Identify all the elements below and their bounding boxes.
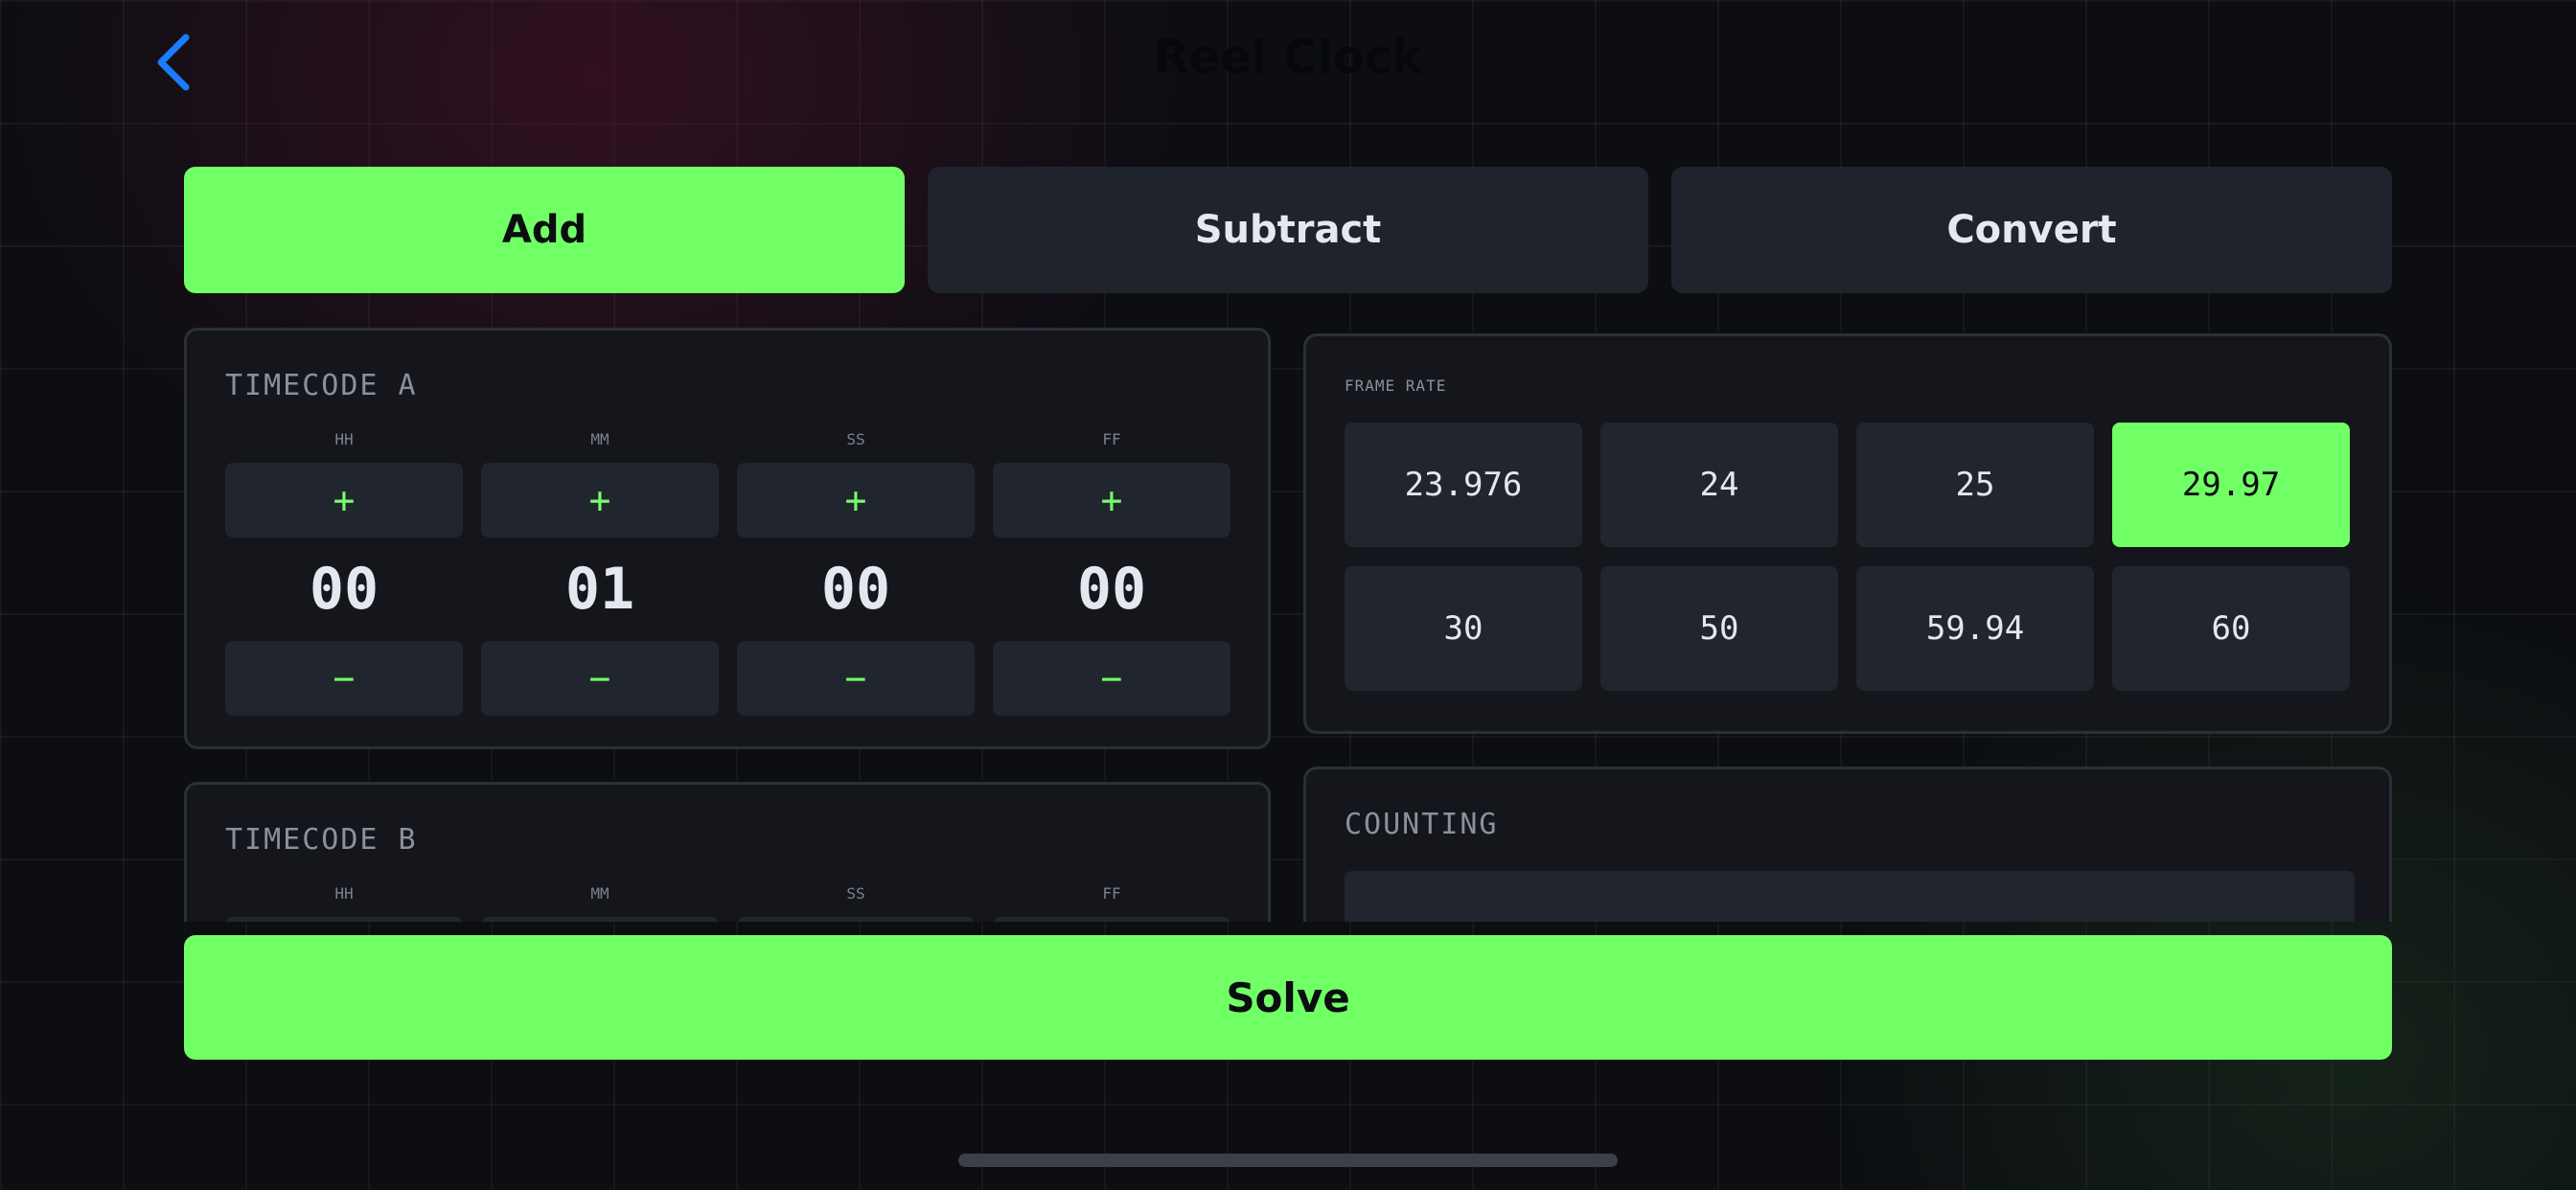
unit-label: MM <box>590 884 610 903</box>
unit-label: HH <box>334 884 354 903</box>
hours-increment-button[interactable]: + <box>225 463 463 538</box>
unit-label: FF <box>1102 430 1121 448</box>
seconds-column: SS <box>737 884 975 922</box>
frames-value: 00 <box>1076 556 1147 623</box>
home-indicator[interactable] <box>958 1154 1618 1167</box>
scroll-area[interactable]: TIMECODE A HH + 00 − MM + 01 − SS + 00 −… <box>0 0 2576 922</box>
seconds-column: SS + 00 − <box>737 430 975 716</box>
hours-value: 00 <box>309 556 380 623</box>
minutes-increment-button[interactable] <box>481 917 719 922</box>
counting-option[interactable] <box>1345 871 2355 922</box>
unit-label: MM <box>590 430 610 448</box>
frame-rate-option[interactable]: 30 <box>1345 566 1582 691</box>
unit-label: SS <box>846 430 865 448</box>
seconds-decrement-button[interactable]: − <box>737 641 975 716</box>
frames-column: FF <box>993 884 1230 922</box>
frames-increment-button[interactable]: + <box>993 463 1230 538</box>
seconds-value: 00 <box>820 556 891 623</box>
frame-rate-option[interactable]: 25 <box>1856 423 2094 547</box>
timecode-b-panel: TIMECODE B HH MM SS FF <box>184 782 1271 922</box>
minutes-value: 01 <box>564 556 635 623</box>
frames-decrement-button[interactable]: − <box>993 641 1230 716</box>
frames-increment-button[interactable] <box>993 917 1230 922</box>
minutes-increment-button[interactable]: + <box>481 463 719 538</box>
counting-label: COUNTING <box>1345 808 1499 841</box>
hours-increment-button[interactable] <box>225 917 463 922</box>
minutes-decrement-button[interactable]: − <box>481 641 719 716</box>
unit-label: HH <box>334 430 354 448</box>
timecode-a-panel: TIMECODE A HH + 00 − MM + 01 − SS + 00 −… <box>184 328 1271 749</box>
frame-rate-option[interactable]: 24 <box>1600 423 1838 547</box>
unit-label: SS <box>846 884 865 903</box>
frames-column: FF + 00 − <box>993 430 1230 716</box>
seconds-increment-button[interactable] <box>737 917 975 922</box>
timecode-b-label: TIMECODE B <box>225 823 418 857</box>
frame-rate-option[interactable]: 23.976 <box>1345 423 1582 547</box>
counting-panel: COUNTING <box>1303 767 2392 922</box>
timecode-a-label: TIMECODE A <box>225 369 418 402</box>
solve-button[interactable]: Solve <box>184 935 2392 1060</box>
minutes-column: MM <box>481 884 719 922</box>
hours-column: HH + 00 − <box>225 430 463 716</box>
frame-rate-option-selected[interactable]: 29.97 <box>2112 423 2350 547</box>
minutes-column: MM + 01 − <box>481 430 719 716</box>
hours-decrement-button[interactable]: − <box>225 641 463 716</box>
hours-column: HH <box>225 884 463 922</box>
frame-rate-option[interactable]: 59.94 <box>1856 566 2094 691</box>
frame-rate-panel: FRAME RATE 23.976 24 25 29.97 30 50 59.9… <box>1303 333 2392 734</box>
unit-label: FF <box>1102 884 1121 903</box>
frame-rate-option[interactable]: 50 <box>1600 566 1838 691</box>
frame-rate-option[interactable]: 60 <box>2112 566 2350 691</box>
seconds-increment-button[interactable]: + <box>737 463 975 538</box>
frame-rate-label: FRAME RATE <box>1345 377 1447 395</box>
